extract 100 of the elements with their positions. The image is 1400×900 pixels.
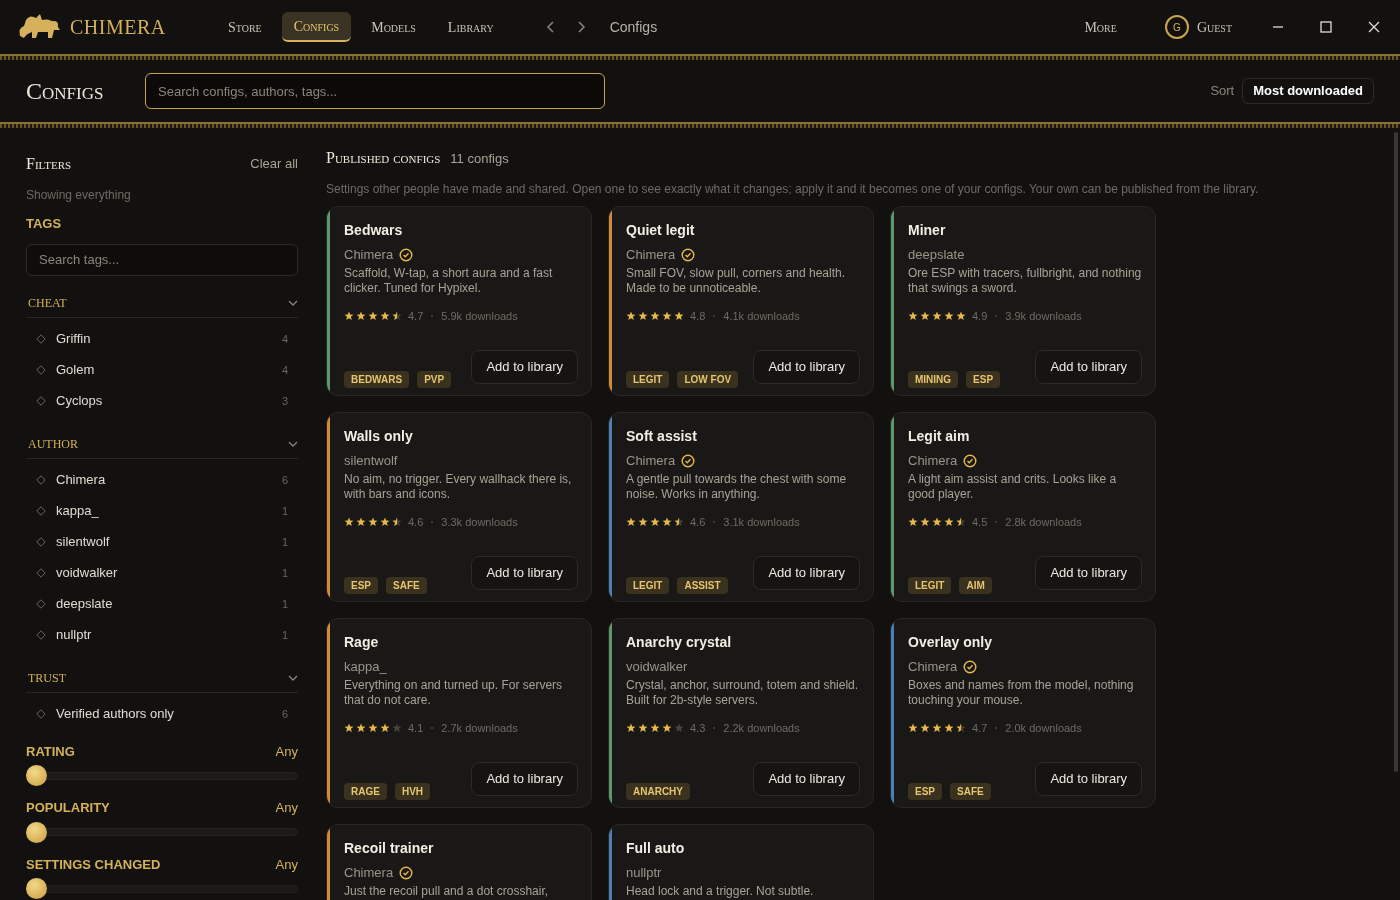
user-name[interactable]: Guest [1196, 16, 1232, 38]
config-card[interactable]: Soft assist Chimera A gentle pull towards the chest with some noise. Works in anything. 4.6 3.1k downloads LEGIT ASSIST Add to library [608, 412, 874, 602]
card-author[interactable]: kappa_ [344, 657, 387, 677]
tag-chip[interactable]: ESP [966, 371, 1001, 388]
nav-tab[interactable]: Store [216, 12, 274, 42]
sort-dropdown[interactable]: Most downloaded [1242, 78, 1374, 104]
card-author[interactable]: Chimera [626, 245, 676, 265]
add-to-library-button[interactable]: Add to library [471, 762, 578, 796]
tag-chip[interactable]: SAFE [386, 577, 427, 594]
tag-search-field[interactable]: Search tags... [26, 243, 298, 276]
tag-chip[interactable]: ESP [344, 577, 378, 594]
add-to-library-button[interactable]: Add to library [753, 556, 860, 590]
filter-option[interactable]: voidwalker [56, 563, 282, 583]
maximize-icon[interactable] [1320, 21, 1332, 33]
checkbox-diamond[interactable] [36, 475, 46, 485]
slider-track[interactable] [26, 821, 298, 843]
tag-chip[interactable]: HVH [394, 783, 431, 800]
checkbox-diamond[interactable] [36, 334, 46, 344]
tag-chip[interactable]: ANARCHY [626, 783, 690, 800]
tag-chip[interactable]: SAFE [950, 783, 991, 800]
tag-chip[interactable]: LOW FOV [677, 371, 739, 388]
config-card[interactable]: Walls only silentwolf No aim, no trigger. Every wallhack there is, with bars and icons. 4.6 3.3k downloads ESP SAFE Add to library [326, 412, 592, 602]
tag-chip[interactable]: LEGIT [908, 577, 952, 594]
search-field[interactable]: Search configs, authors, tags... [145, 73, 605, 109]
slider-track[interactable] [26, 878, 298, 899]
card-title[interactable]: Anarchy crystal [626, 632, 860, 653]
filter-option[interactable]: Verified authors only [56, 704, 282, 724]
card-author[interactable]: Chimera [626, 451, 676, 471]
card-author[interactable]: Chimera [908, 657, 958, 677]
card-author[interactable]: nullptr [626, 863, 662, 883]
slider-thumb[interactable] [26, 821, 47, 843]
add-to-library-button[interactable]: Add to library [1035, 762, 1142, 796]
config-card[interactable]: Miner deepslate Ore ESP with tracers, fullbright, and nothing that swings a sword. 4.9 3.9k downloads MINING ESP Add to library [890, 206, 1156, 396]
card-author[interactable]: deepslate [908, 245, 965, 265]
checkbox-diamond[interactable] [36, 537, 46, 547]
card-title[interactable]: Legit aim [908, 426, 1142, 447]
card-title[interactable]: Miner [908, 220, 1142, 241]
checkbox-diamond[interactable] [36, 365, 46, 375]
filter-option[interactable]: Cyclops [56, 391, 282, 411]
checkbox-diamond[interactable] [36, 599, 46, 609]
tag-chip[interactable]: AIM [959, 577, 992, 594]
back-icon[interactable] [545, 20, 556, 34]
filter-option[interactable]: Griffin [56, 329, 282, 349]
filter-option[interactable]: Golem [56, 360, 282, 380]
add-to-library-button[interactable]: Add to library [471, 350, 578, 384]
checkbox-diamond[interactable] [36, 630, 46, 640]
add-to-library-button[interactable]: Add to library [1035, 556, 1142, 590]
slider-thumb[interactable] [26, 765, 47, 786]
config-card[interactable]: Full auto nullptr Head lock and a trigger. Not subtle. [608, 824, 874, 900]
chevron-icon[interactable] [288, 675, 298, 681]
filter-option[interactable]: nullptr [56, 625, 282, 645]
tag-chip[interactable]: MINING [908, 371, 959, 388]
card-title[interactable]: Overlay only [908, 632, 1142, 653]
config-card[interactable]: Bedwars Chimera Scaffold, W-tap, a short aura and a fast clicker. Tuned for Hypixel. 4.7 5.9k downloads BEDWARS PVP Add to library [326, 206, 592, 396]
add-to-library-button[interactable]: Add to library [1035, 350, 1142, 384]
clear-all-link[interactable]: Clear all [250, 154, 298, 174]
filter-option[interactable]: kappa_ [56, 501, 282, 521]
config-card[interactable]: Rage kappa_ Everything on and turned up. For servers that do not care. 4.1 2.7k downloads RAGE HVH Add to library [326, 618, 592, 808]
nav-tab[interactable]: Library [435, 12, 506, 42]
card-title[interactable]: Quiet legit [626, 220, 860, 241]
nav-tab[interactable]: Models [359, 12, 428, 42]
tag-chip[interactable]: PVP [417, 371, 452, 388]
card-author[interactable]: silentwolf [344, 451, 398, 471]
filter-option[interactable]: deepslate [56, 594, 282, 614]
card-author[interactable]: voidwalker [626, 657, 688, 677]
chevron-icon[interactable] [288, 441, 298, 447]
config-card[interactable]: Overlay only Chimera Boxes and names from the model, nothing touching your mouse. 4.7 2.0k downloads ESP SAFE Add to library [890, 618, 1156, 808]
slider-thumb[interactable] [26, 878, 47, 899]
filter-option[interactable]: silentwolf [56, 532, 282, 552]
chevron-icon[interactable] [288, 300, 298, 306]
card-title[interactable]: Full auto [626, 838, 860, 859]
config-card[interactable]: Legit aim Chimera A light aim assist and crits. Looks like a good player. 4.5 2.8k downloads LEGIT AIM Add to library [890, 412, 1156, 602]
checkbox-diamond[interactable] [36, 709, 46, 719]
tag-chip[interactable]: LEGIT [626, 371, 670, 388]
card-title[interactable]: Rage [344, 632, 578, 653]
tag-chip[interactable]: LEGIT [626, 577, 670, 594]
config-card[interactable]: Recoil trainer Chimera Just the recoil pull and a dot crosshair, [326, 824, 592, 900]
add-to-library-button[interactable]: Add to library [753, 350, 860, 384]
config-card[interactable]: Anarchy crystal voidwalker Crystal, anchor, surround, totem and shield. Built for 2b-style servers. 4.3 2.2k downloads ANARCHY Add to library [608, 618, 874, 808]
add-to-library-button[interactable]: Add to library [753, 762, 860, 796]
add-to-library-button[interactable]: Add to library [471, 556, 578, 590]
tag-chip[interactable]: RAGE [344, 783, 387, 800]
checkbox-diamond[interactable] [36, 506, 46, 516]
tag-chip[interactable]: ASSIST [677, 577, 728, 594]
card-author[interactable]: Chimera [908, 451, 958, 471]
card-author[interactable]: Chimera [344, 863, 394, 883]
checkbox-diamond[interactable] [36, 568, 46, 578]
close-icon[interactable] [1368, 21, 1380, 33]
card-title[interactable]: Recoil trainer [344, 838, 578, 859]
checkbox-diamond[interactable] [36, 396, 46, 406]
tag-chip[interactable]: BEDWARS [344, 371, 410, 388]
card-author[interactable]: Chimera [344, 245, 394, 265]
slider-track[interactable] [26, 765, 298, 786]
tag-chip[interactable]: ESP [908, 783, 942, 800]
scrollbar[interactable] [1394, 132, 1398, 772]
card-title[interactable]: Walls only [344, 426, 578, 447]
config-card[interactable]: Quiet legit Chimera Small FOV, slow pull, corners and health. Made to be unnoticeable. 4.8 4.1k downloads LEGIT LOW FOV Add to library [608, 206, 874, 396]
nav-tab[interactable]: Configs [281, 12, 352, 42]
card-title[interactable]: Bedwars [344, 220, 578, 241]
card-title[interactable]: Soft assist [626, 426, 860, 447]
